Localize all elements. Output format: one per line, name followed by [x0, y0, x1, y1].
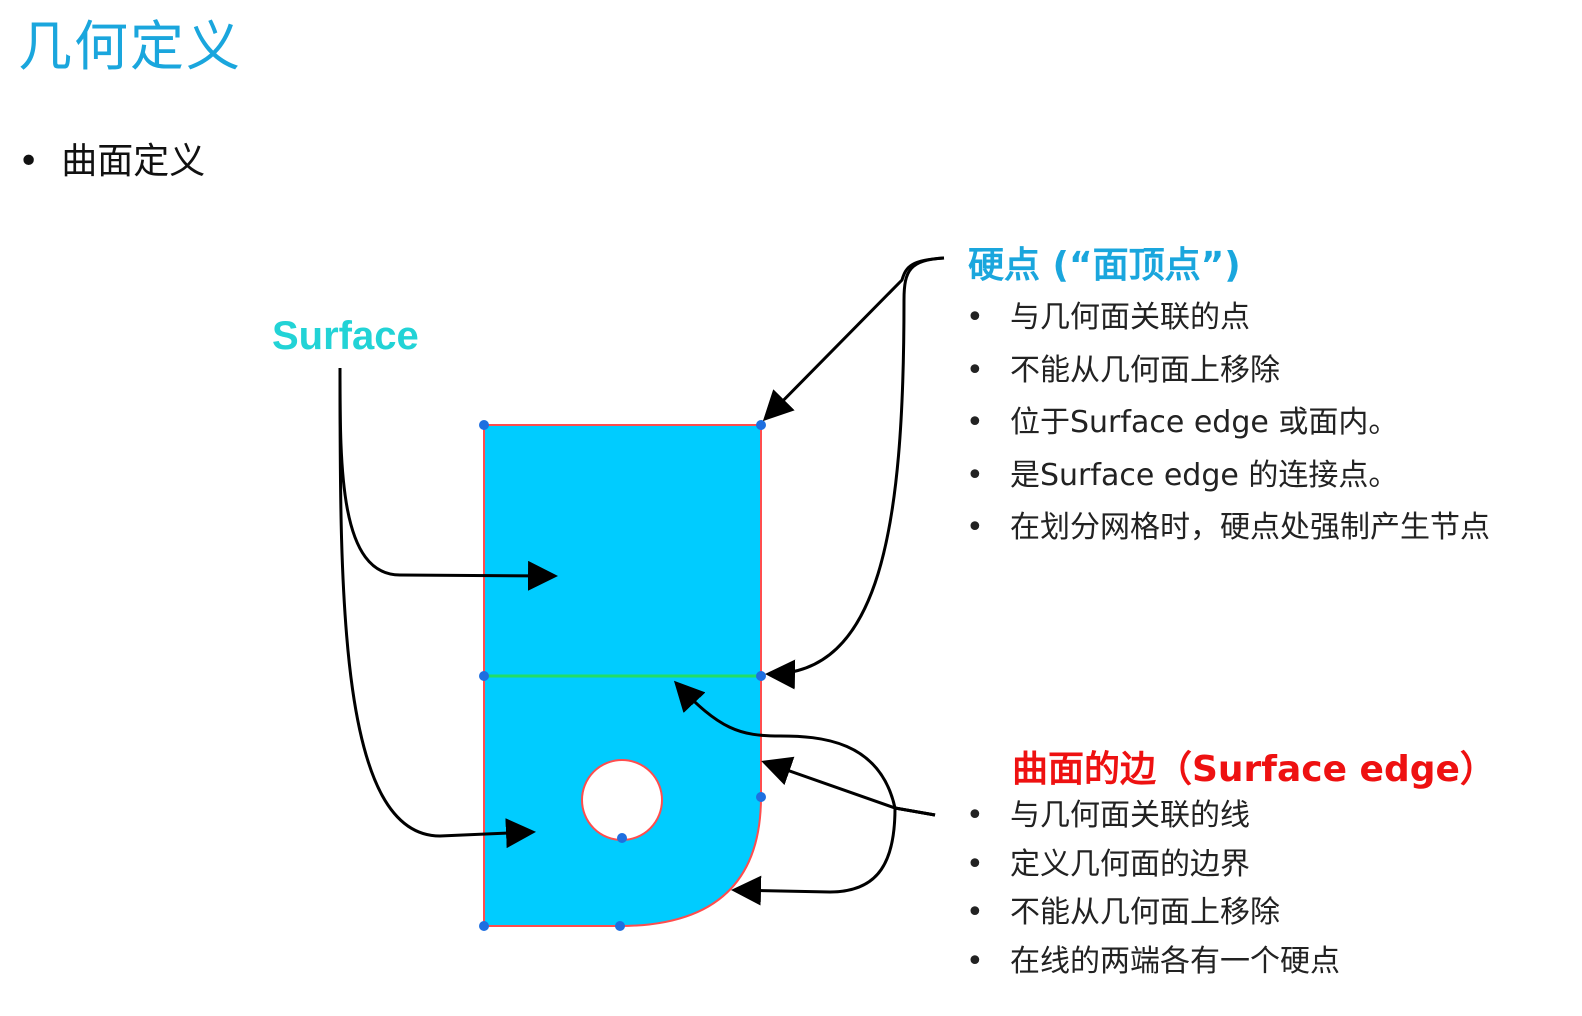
hard-point [617, 833, 627, 843]
hard-point [479, 921, 489, 931]
hard-point [756, 420, 766, 430]
surface-hole [581, 759, 663, 841]
hard-point [756, 671, 766, 681]
hard-point [756, 792, 766, 802]
surface-edge-arrow-right [761, 756, 936, 817]
hard-point-arrow-top [762, 256, 945, 422]
hard-point [479, 671, 489, 681]
hard-point-arrow-middle [765, 256, 945, 690]
hard-point [479, 420, 489, 430]
geometry-diagram [338, 256, 945, 931]
surface-edge-arrow-curve [731, 806, 936, 906]
hard-point [615, 921, 625, 931]
